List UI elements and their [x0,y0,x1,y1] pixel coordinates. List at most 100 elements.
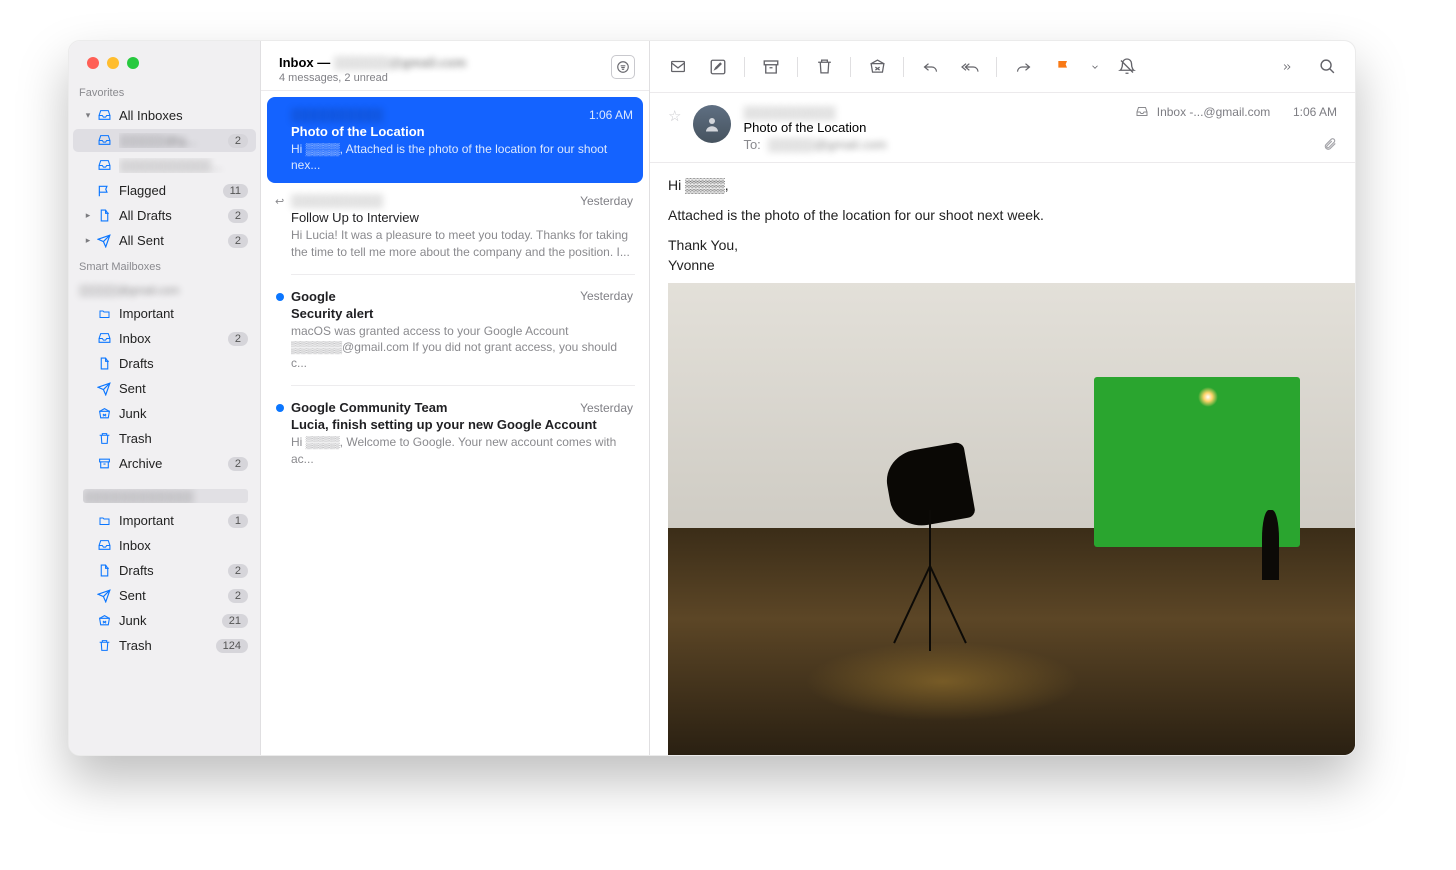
sidebar-item-inbox-b[interactable]: Inbox [73,534,256,557]
message-subject: Follow Up to Interview [291,210,633,225]
mail-window: Favorites ▾ All Inboxes ▒▒▒▒▒@g... 2 ▒▒▒… [68,40,1356,756]
reply-all-button[interactable] [952,52,988,82]
sidebar-item-label: All Sent [119,233,228,248]
flag-button[interactable] [1045,52,1081,82]
fullscreen-window-button[interactable] [127,57,139,69]
sidebar-item-drafts[interactable]: Drafts [73,352,256,375]
message-subject: Security alert [291,306,633,321]
mute-button[interactable] [1109,52,1145,82]
sent-icon [95,589,113,603]
star-icon[interactable]: ☆ [668,105,681,125]
search-button[interactable] [1309,52,1345,82]
detail-toolbar [650,41,1355,93]
count-badge: 1 [228,514,248,528]
count-badge: 11 [223,184,248,198]
sidebar-item-inbox[interactable]: Inbox2 [73,327,256,350]
sidebar-item-all-inboxes[interactable]: ▾ All Inboxes [73,104,256,127]
sidebar-item-label: Trash [119,431,248,446]
sidebar-item-important-b[interactable]: Important1 [73,509,256,532]
sidebar-item-junk[interactable]: Junk [73,402,256,425]
message-list[interactable]: ▒▒▒▒▒▒▒▒▒▒1:06 AMPhoto of the LocationHi… [261,91,649,755]
sidebar-item-label: Trash [119,638,216,653]
drafts-icon [95,208,113,223]
sidebar-item-label: Inbox [119,538,248,553]
unread-dot-icon [276,404,284,412]
message-preview: Hi Lucia! It was a pleasure to meet you … [291,227,633,259]
sidebar-item-label: Archive [119,456,228,471]
reply-button[interactable] [912,52,948,82]
delete-button[interactable] [806,52,842,82]
overflow-button[interactable] [1269,52,1305,82]
sidebar-item-all-drafts[interactable]: ▸ All Drafts 2 [73,204,256,227]
body-line: Yvonne [668,257,1355,273]
flag-icon [95,184,113,198]
list-subtitle: 4 messages, 2 unread [279,72,466,84]
sidebar-item-sent-b[interactable]: Sent2 [73,584,256,607]
archive-button[interactable] [753,52,789,82]
inbox-icon [95,539,113,552]
count-badge: 2 [228,589,248,603]
flag-menu-button[interactable] [1085,52,1105,82]
sidebar-item-label: ▒▒▒▒▒▒▒▒▒▒... [119,158,248,173]
sidebar-item-label: Important [119,306,248,321]
account-a-header[interactable]: ▒▒▒▒▒@gmail.com [69,277,260,301]
sidebar-item-sent[interactable]: Sent [73,377,256,400]
attachment-image[interactable] [668,283,1355,755]
paperclip-icon[interactable] [1323,137,1337,151]
header-from: ▒▒▒▒▒▒▒▒▒▒ [743,105,1122,120]
message-time: Yesterday [580,401,633,415]
sidebar-item-label: All Inboxes [119,108,248,123]
sidebar-item-trash-b[interactable]: Trash124 [73,634,256,657]
message-preview: macOS was granted access to your Google … [291,323,633,372]
count-badge: 2 [228,564,248,578]
message-row[interactable]: ▒▒▒▒▒▒▒▒▒▒1:06 AMPhoto of the LocationHi… [267,97,643,183]
inbox-icon [95,332,113,345]
sidebar-item-label: Sent [119,381,248,396]
junk-icon [95,407,113,420]
message-body: Hi ▒▒▒▒, Attached is the photo of the lo… [650,163,1355,755]
message-subject: Lucia, finish setting up your new Google… [291,417,633,432]
sidebar-item-drafts-b[interactable]: Drafts2 [73,559,256,582]
sidebar-item-label: ▒▒▒▒▒▒▒▒▒▒▒▒ [83,489,248,503]
sidebar-item-account-1[interactable]: ▒▒▒▒▒@g... 2 [73,129,256,152]
message-from: Google [291,289,580,304]
inbox-tray-icon [95,109,113,122]
sidebar-item-label: Drafts [119,563,228,578]
header-mailbox[interactable]: Inbox -...@gmail.com [1157,105,1271,119]
sidebar-item-account-2[interactable]: ▒▒▒▒▒▒▒▒▒▒... [73,154,256,177]
sidebar-item-archive[interactable]: Archive2 [73,452,256,475]
sidebar-item-label: Drafts [119,356,248,371]
window-controls [69,41,260,79]
close-window-button[interactable] [87,57,99,69]
sidebar-item-junk-b[interactable]: Junk21 [73,609,256,632]
minimize-window-button[interactable] [107,57,119,69]
sidebar-item-label: ▒▒▒▒▒@g... [119,133,228,148]
drafts-icon [95,356,113,371]
message-header: ☆ ▒▒▒▒▒▒▒▒▒▒ Photo of the Location To: ▒… [650,93,1355,163]
message-row[interactable]: Google Community TeamYesterday Lucia, fin… [267,390,643,476]
sidebar-item-flagged[interactable]: Flagged 11 [73,179,256,202]
junk-button[interactable] [859,52,895,82]
folder-icon [95,308,113,320]
filter-button[interactable] [611,55,635,79]
sidebar-item-all-sent[interactable]: ▸ All Sent 2 [73,229,256,252]
message-from: Google Community Team [291,400,580,415]
drafts-icon [95,563,113,578]
sidebar-item-label: Inbox [119,331,228,346]
compose-button[interactable] [700,52,736,82]
message-row[interactable]: ↩▒▒▒▒▒▒▒▒▒▒YesterdayFollow Up to Intervi… [267,183,643,269]
sidebar-item-important[interactable]: Important [73,302,256,325]
account-b-header[interactable]: ▒▒▒▒▒▒▒▒▒▒▒▒ [73,485,256,507]
sidebar: Favorites ▾ All Inboxes ▒▒▒▒▒@g... 2 ▒▒▒… [69,41,261,755]
avatar [693,105,731,143]
get-mail-button[interactable] [660,52,696,82]
favorites-section-label: Favorites [69,79,260,103]
message-time: Yesterday [580,194,633,208]
forward-button[interactable] [1005,52,1041,82]
sidebar-item-label: Flagged [119,183,223,198]
sidebar-item-label: Junk [119,406,248,421]
sidebar-item-trash[interactable]: Trash [73,427,256,450]
count-badge: 124 [216,639,248,653]
message-row[interactable]: GoogleYesterdaySecurity alertmacOS was g… [267,279,643,382]
message-subject: Photo of the Location [291,124,633,139]
